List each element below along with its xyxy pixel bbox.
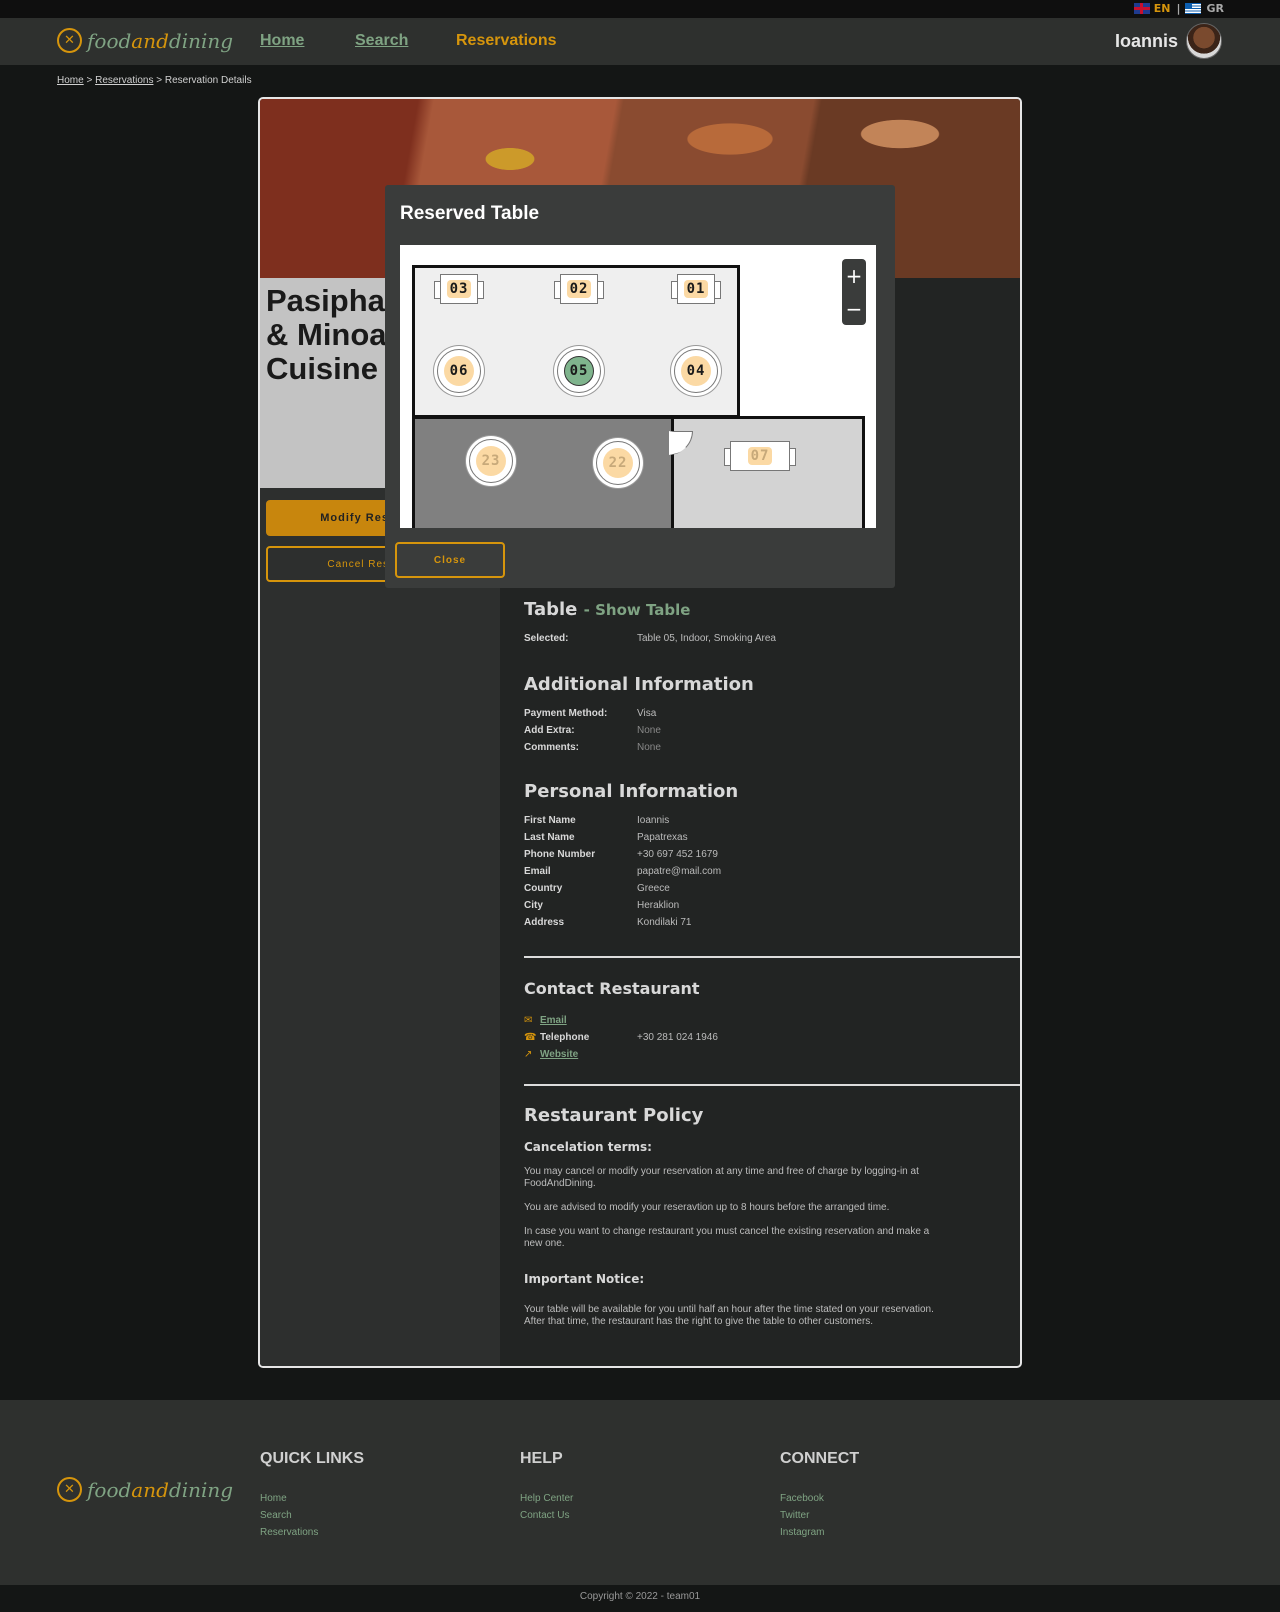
additional-info-section: Additional Information Payment Method: Vi…: [524, 674, 1014, 756]
phone-row: Phone Number +30 697 452 1679: [524, 849, 718, 860]
breadcrumb: Home > Reservations > Reservation Detail…: [57, 75, 252, 86]
floor-table-01[interactable]: 01: [671, 274, 721, 304]
floor-table-04[interactable]: 04: [674, 349, 718, 393]
zoom-out-button[interactable]: −: [846, 299, 863, 319]
contact-website-link[interactable]: Website: [540, 1046, 578, 1063]
floor-plan[interactable]: + − 03 02 01 06 05 04 23 22 07: [400, 245, 876, 528]
contact-email-link[interactable]: Email: [540, 1012, 567, 1029]
footer-link-facebook[interactable]: Facebook: [780, 1490, 859, 1507]
payment-method-row: Payment Method: Visa: [524, 708, 657, 719]
brand-logo[interactable]: ✕ foodanddining: [57, 28, 233, 53]
show-table-link[interactable]: - Show Table: [584, 601, 691, 619]
policy-paragraph: You are advised to modify your reseravti…: [524, 1202, 890, 1213]
footer-connect-title: CONNECT: [780, 1450, 860, 1467]
policy-paragraph: In case you want to change restaurant yo…: [524, 1226, 930, 1249]
footer-help-title: HELP: [520, 1450, 563, 1467]
personal-info-section: Personal Information First Name Ioannis L…: [524, 781, 1014, 931]
important-notice-title: Important Notice:: [524, 1272, 645, 1286]
floor-table-02[interactable]: 02: [554, 274, 604, 304]
breadcrumb-reservations-link[interactable]: Reservations: [95, 75, 153, 86]
footer-quick-title: QUICK LINKS: [260, 1450, 364, 1467]
policy-section: Restaurant Policy Cancelation terms: You…: [524, 1105, 1014, 1328]
floor-table-06[interactable]: 06: [437, 349, 481, 393]
contact-title: Contact Restaurant: [524, 979, 700, 998]
user-menu[interactable]: Ioannis: [1115, 23, 1222, 59]
language-bar: EN | GR: [0, 0, 1280, 18]
side-room: [671, 416, 865, 528]
table-section-title: Table - Show Table: [524, 599, 691, 620]
footer-link-contact-us[interactable]: Contact Us: [520, 1507, 573, 1524]
greece-flag-icon[interactable]: [1184, 3, 1201, 14]
language-switcher: EN | GR: [1133, 2, 1225, 15]
footer-link-help-center[interactable]: Help Center: [520, 1490, 573, 1507]
footer-connect: CONNECT Facebook Twitter Instagram: [780, 1450, 859, 1541]
zoom-in-button[interactable]: +: [846, 266, 863, 286]
fork-knife-icon: ✕: [57, 28, 82, 53]
fork-knife-icon: ✕: [57, 1477, 82, 1502]
footer-quick-links: QUICK LINKS Home Search Reservations: [260, 1450, 364, 1541]
contact-email-row: ✉ Email: [524, 1012, 1014, 1029]
breadcrumb-current: Reservation Details: [164, 75, 252, 86]
cancel-terms-title: Cancelation terms:: [524, 1140, 652, 1154]
contact-section: Contact Restaurant ✉ Email ☎ Telephone +30 …: [524, 979, 1014, 1063]
add-extra-row: Add Extra: None: [524, 725, 661, 736]
breadcrumb-home-link[interactable]: Home: [57, 75, 84, 86]
additional-info-title: Additional Information: [524, 674, 754, 695]
first-name-row: First Name Ioannis: [524, 815, 670, 826]
uk-flag-icon[interactable]: [1133, 3, 1150, 14]
floor-table-05-selected[interactable]: 05: [557, 349, 601, 393]
email-row: Email papatre@mail.com: [524, 866, 722, 877]
contact-phone-row: ☎ Telephone +30 281 024 1946: [524, 1029, 1014, 1046]
address-row: Address Kondilaki 71: [524, 917, 692, 928]
avatar[interactable]: [1186, 23, 1222, 59]
personal-info-title: Personal Information: [524, 781, 739, 802]
modal-title: Reserved Table: [400, 203, 540, 224]
phone-icon: ☎: [524, 1032, 537, 1043]
reserved-table-modal: Reserved Table + − 03 02 01 06 05 04 23 …: [385, 185, 895, 588]
nav-search-link[interactable]: Search: [355, 32, 408, 50]
nav-reservations-link[interactable]: Reservations: [456, 32, 557, 50]
copyright: Copyright © 2022 - team01: [0, 1585, 1280, 1612]
section-divider: [524, 1084, 1020, 1086]
footer-link-home[interactable]: Home: [260, 1490, 364, 1507]
lang-gr-link[interactable]: GR: [1207, 2, 1225, 15]
zoom-controls: + −: [842, 259, 866, 325]
floor-table-22[interactable]: 22: [596, 441, 640, 485]
policy-paragraph: You may cancel or modify your reservatio…: [524, 1166, 919, 1189]
brand-wordmark: foodanddining: [87, 1477, 234, 1502]
selected-table-row: Selected: Table 05, Indoor, Smoking Area: [524, 633, 776, 644]
mail-icon: ✉: [524, 1015, 533, 1026]
lang-en-link[interactable]: EN: [1154, 2, 1171, 15]
table-section: Table - Show Table Selected: Table 05, In…: [524, 599, 1014, 647]
contact-website-row: ↗ Website: [524, 1046, 1014, 1063]
close-modal-button[interactable]: Close: [395, 542, 505, 578]
notice-paragraph: Your table will be available for you unt…: [524, 1304, 934, 1327]
nav-home-link[interactable]: Home: [260, 32, 304, 50]
user-name[interactable]: Ioannis: [1115, 31, 1178, 52]
floor-table-07[interactable]: 07: [724, 441, 796, 471]
brand-wordmark: foodanddining: [87, 28, 234, 53]
footer-link-search[interactable]: Search: [260, 1507, 364, 1524]
footer-link-twitter[interactable]: Twitter: [780, 1507, 859, 1524]
section-divider: [524, 956, 1020, 958]
footer: ✕ foodanddining QUICK LINKS Home Search …: [0, 1400, 1280, 1585]
footer-link-instagram[interactable]: Instagram: [780, 1524, 859, 1541]
footer-brand-logo[interactable]: ✕ foodanddining: [57, 1477, 233, 1502]
external-link-icon: ↗: [524, 1049, 533, 1060]
footer-link-reservations[interactable]: Reservations: [260, 1524, 364, 1541]
policy-title: Restaurant Policy: [524, 1105, 704, 1126]
comments-row: Comments: None: [524, 742, 661, 753]
city-row: City Heraklion: [524, 900, 680, 911]
floor-table-23[interactable]: 23: [469, 439, 513, 483]
last-name-row: Last Name Papatrexas: [524, 832, 688, 843]
floor-table-03[interactable]: 03: [434, 274, 484, 304]
country-row: Country Greece: [524, 883, 670, 894]
lang-separator: |: [1176, 2, 1181, 15]
top-header: ✕ foodanddining Home Search Reservations…: [0, 18, 1280, 65]
footer-help: HELP Help Center Contact Us: [520, 1450, 573, 1524]
